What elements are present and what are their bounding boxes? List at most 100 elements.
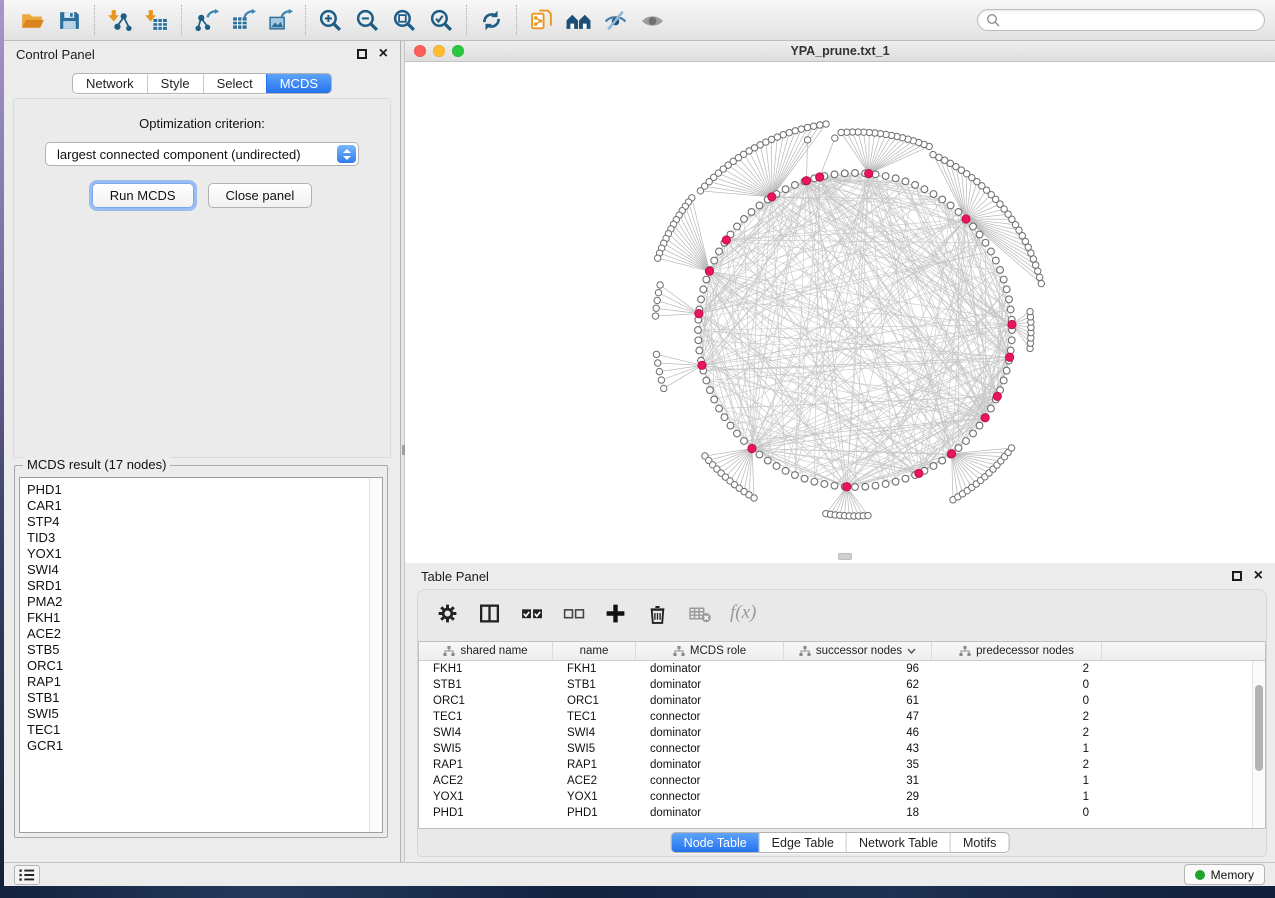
mcds-result-item[interactable]: SWI5: [27, 706, 369, 722]
zoom-selected-button[interactable]: [423, 4, 460, 36]
table-cell: SWI5: [419, 743, 553, 755]
status-menu-button[interactable]: [14, 865, 40, 885]
mcds-result-item[interactable]: SRD1: [27, 578, 369, 594]
mcds-result-item[interactable]: TID3: [27, 530, 369, 546]
mcds-list-scrollbar[interactable]: [369, 478, 382, 832]
column-header-predecessor-nodes[interactable]: predecessor nodes: [932, 642, 1102, 660]
table-cell: RAP1: [419, 759, 553, 771]
table-cell: 62: [784, 679, 932, 691]
close-panel-icon[interactable]: ×: [379, 49, 388, 59]
zoom-fit-button[interactable]: [386, 4, 423, 36]
import-table-icon: [144, 8, 169, 33]
main-toolbar: [4, 0, 1275, 41]
hierarchy-icon: [799, 646, 811, 657]
refresh-button[interactable]: [473, 4, 510, 36]
zoom-out-button[interactable]: [349, 4, 386, 36]
save-session-button[interactable]: [51, 4, 88, 36]
mcds-result-item[interactable]: FKH1: [27, 610, 369, 626]
import-network-button[interactable]: [101, 4, 138, 36]
double-house-button[interactable]: [560, 4, 597, 36]
search-input[interactable]: [1005, 12, 1256, 28]
deselect-all-button[interactable]: [562, 602, 585, 625]
table-row[interactable]: STB1STB1dominator620: [419, 677, 1252, 693]
table-tab-node-table[interactable]: Node Table: [672, 833, 759, 852]
table-row[interactable]: ORC1ORC1dominator610: [419, 693, 1252, 709]
column-header-filler: [1102, 642, 1265, 660]
mcds-result-item[interactable]: PHD1: [27, 482, 369, 498]
column-header-name[interactable]: name: [553, 642, 636, 660]
horizontal-split-grip[interactable]: [838, 553, 852, 560]
memory-status-icon: [1195, 870, 1205, 880]
add-row-icon: [604, 602, 627, 625]
table-scrollbar-thumb[interactable]: [1255, 685, 1263, 771]
export-image-button[interactable]: [262, 4, 299, 36]
close-table-panel-icon[interactable]: ×: [1254, 571, 1263, 581]
table-cell: 0: [932, 695, 1102, 707]
tab-mcds[interactable]: MCDS: [266, 74, 331, 93]
table-row[interactable]: FKH1FKH1dominator962: [419, 661, 1252, 677]
table-tab-network-table[interactable]: Network Table: [846, 833, 950, 852]
table-row[interactable]: YOX1YOX1connector291: [419, 789, 1252, 805]
criterion-dropdown[interactable]: largest connected component (undirected): [45, 142, 359, 166]
zoom-in-button[interactable]: [312, 4, 349, 36]
export-table-button[interactable]: [225, 4, 262, 36]
table-cell: 47: [784, 711, 932, 723]
delete-row-button[interactable]: [646, 602, 669, 625]
tab-style[interactable]: Style: [147, 74, 203, 93]
add-row-button[interactable]: [604, 602, 627, 625]
table-row[interactable]: ACE2ACE2connector311: [419, 773, 1252, 789]
mcds-result-item[interactable]: STB5: [27, 642, 369, 658]
mcds-result-item[interactable]: ORC1: [27, 658, 369, 674]
show-graphics-details-button[interactable]: [634, 4, 671, 36]
table-cell: dominator: [636, 759, 784, 771]
tab-network[interactable]: Network: [73, 74, 147, 93]
close-panel-button[interactable]: Close panel: [208, 183, 313, 208]
apply-function-button[interactable]: f(x): [730, 602, 756, 624]
select-all-button[interactable]: [520, 602, 543, 625]
table-row[interactable]: TEC1TEC1connector472: [419, 709, 1252, 725]
hide-graphics-details-button[interactable]: [597, 4, 634, 36]
column-header-MCDS-role[interactable]: MCDS role: [636, 642, 784, 660]
mcds-result-item[interactable]: PMA2: [27, 594, 369, 610]
table-row[interactable]: SWI5SWI5connector431: [419, 741, 1252, 757]
import-table-button[interactable]: [138, 4, 175, 36]
mcds-result-item[interactable]: SWI4: [27, 562, 369, 578]
table-tab-edge-table[interactable]: Edge Table: [759, 833, 846, 852]
tab-select[interactable]: Select: [203, 74, 266, 93]
mcds-result-item[interactable]: ACE2: [27, 626, 369, 642]
table-cell: TEC1: [419, 711, 553, 723]
table-scrollbar[interactable]: [1252, 661, 1265, 828]
table-tab-motifs[interactable]: Motifs: [950, 833, 1008, 852]
table-cell: 61: [784, 695, 932, 707]
table-cell: dominator: [636, 807, 784, 819]
table-panel-title: Table Panel: [421, 569, 489, 584]
run-mcds-button[interactable]: Run MCDS: [92, 183, 194, 208]
network-canvas[interactable]: [405, 62, 1275, 563]
mcds-result-item[interactable]: YOX1: [27, 546, 369, 562]
mcds-result-item[interactable]: TEC1: [27, 722, 369, 738]
memory-button[interactable]: Memory: [1184, 864, 1265, 885]
table-cell: connector: [636, 743, 784, 755]
search-box[interactable]: [977, 9, 1265, 31]
clone-network-button[interactable]: [523, 4, 560, 36]
status-bar: Memory: [4, 862, 1275, 886]
delete-table-button[interactable]: [688, 602, 711, 625]
show-columns-button[interactable]: [478, 602, 501, 625]
open-file-button[interactable]: [14, 4, 51, 36]
mcds-result-item[interactable]: STP4: [27, 514, 369, 530]
table-row[interactable]: SWI4SWI4dominator462: [419, 725, 1252, 741]
table-row[interactable]: RAP1RAP1dominator352: [419, 757, 1252, 773]
mcds-result-item[interactable]: STB1: [27, 690, 369, 706]
export-network-button[interactable]: [188, 4, 225, 36]
mcds-result-item[interactable]: CAR1: [27, 498, 369, 514]
export-table-icon: [231, 8, 256, 33]
toolbar-separator: [181, 5, 182, 35]
column-settings-button[interactable]: [436, 602, 459, 625]
float-table-panel-icon[interactable]: [1232, 571, 1242, 581]
mcds-result-item[interactable]: RAP1: [27, 674, 369, 690]
column-header-successor-nodes[interactable]: successor nodes: [784, 642, 932, 660]
float-panel-icon[interactable]: [357, 49, 367, 59]
column-header-shared-name[interactable]: shared name: [419, 642, 553, 660]
mcds-result-item[interactable]: GCR1: [27, 738, 369, 754]
table-row[interactable]: PHD1PHD1dominator180: [419, 805, 1252, 821]
